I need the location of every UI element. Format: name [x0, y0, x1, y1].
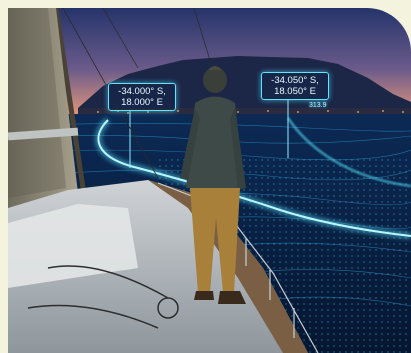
coordinate-label-1: -34.000° S, 18.000° E	[108, 83, 176, 111]
coordinate-1-longitude: 18.000° E	[121, 97, 163, 108]
coordinate-label-2: -34.050° S, 18.050° E	[261, 72, 329, 100]
coordinate-1-latitude: -34.000° S,	[118, 86, 166, 97]
coordinate-2-latitude: -34.050° S,	[271, 75, 319, 86]
distance-label: 313.9	[309, 102, 327, 109]
image-frame: -34.000° S, 18.000° E -34.050° S, 18.050…	[0, 0, 411, 353]
coordinate-2-longitude: 18.050° E	[274, 86, 316, 97]
scene-illustration	[8, 8, 411, 353]
sailboat-photo: -34.000° S, 18.000° E -34.050° S, 18.050…	[8, 8, 411, 353]
